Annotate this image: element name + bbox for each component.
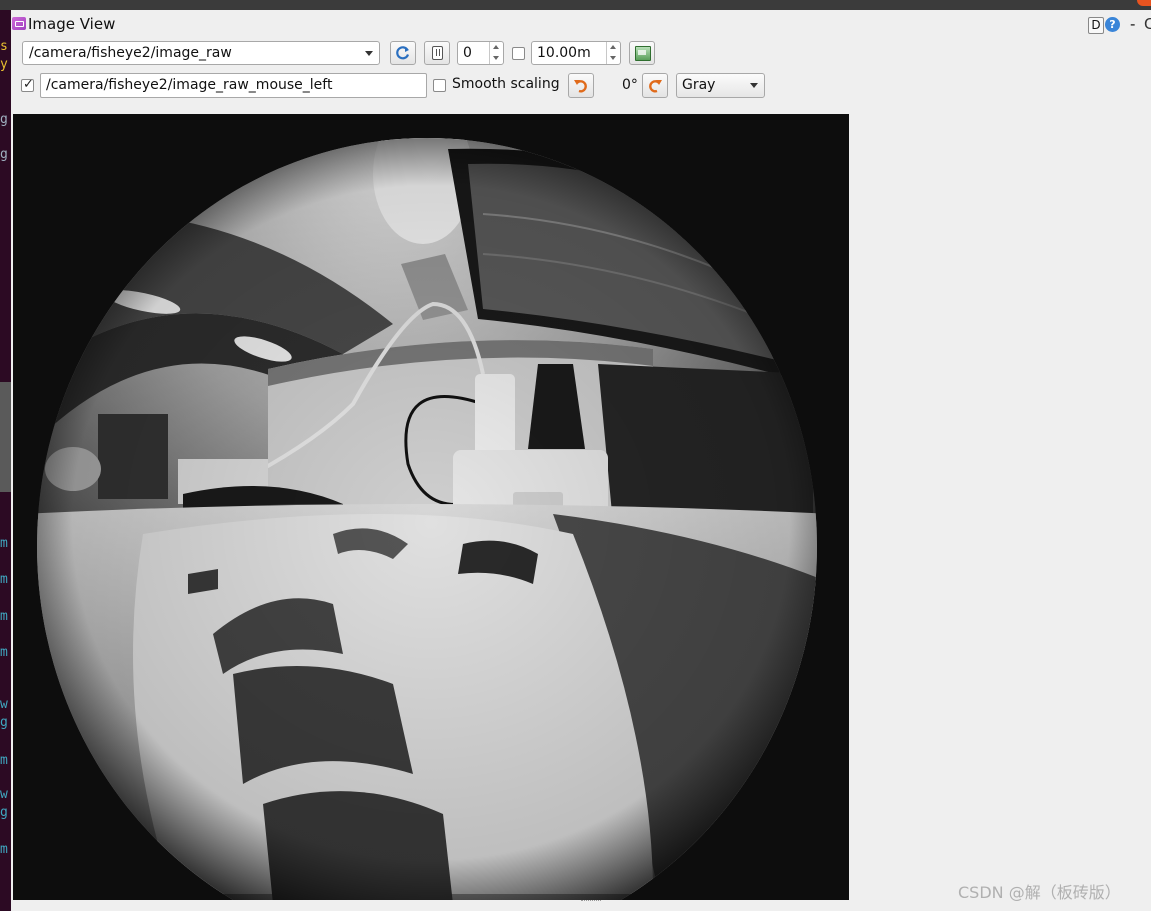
color-scheme-value: Gray — [682, 77, 716, 93]
pause-button[interactable] — [424, 41, 450, 65]
smooth-scaling-label: Smooth scaling — [452, 76, 560, 92]
spin-arrows[interactable] — [489, 42, 503, 64]
spin-arrows[interactable] — [606, 42, 620, 64]
splitter-handle[interactable] — [581, 900, 601, 904]
window-title: Image View — [28, 15, 116, 33]
fisheye-camera-image — [13, 114, 849, 900]
refresh-icon — [396, 46, 410, 60]
title-bar: Image View D ? - C — [11, 14, 1151, 36]
queue-size-spinbox[interactable]: 0 — [457, 41, 504, 65]
terminal-text: m — [0, 645, 8, 660]
check-icon: ✓ — [23, 77, 34, 92]
help-icon[interactable]: ? — [1105, 17, 1120, 32]
smooth-scaling-checkbox[interactable] — [433, 79, 446, 92]
max-distance-value: 10.00m — [537, 45, 591, 61]
terminal-text: w — [0, 787, 8, 802]
mouse-topic-value: /camera/fisheye2/image_raw_mouse_left — [46, 77, 333, 93]
spin-down-icon — [493, 56, 499, 60]
terminal-text: m — [0, 536, 8, 551]
pause-icon — [432, 46, 443, 60]
chevron-down-icon — [365, 51, 373, 56]
topic-select[interactable]: /camera/fisheye2/image_raw — [22, 41, 380, 65]
terminal-text: m — [0, 842, 8, 857]
spin-down-icon — [610, 56, 616, 60]
image-view-window: Image View D ? - C /camera/fisheye2/imag… — [11, 10, 1151, 911]
terminal-text: y — [0, 57, 8, 72]
queue-size-value: 0 — [463, 45, 472, 61]
rotate-right-button[interactable] — [642, 73, 668, 98]
terminal-text: s — [0, 39, 8, 54]
watermark-text: CSDN @解（板砖版） — [958, 883, 1121, 902]
terminal-text: g — [0, 147, 8, 162]
save-image-button[interactable] — [629, 41, 655, 65]
minimize-icon[interactable]: - — [1130, 15, 1135, 33]
terminal-text: m — [0, 572, 8, 587]
rotate-right-icon — [649, 80, 662, 93]
refresh-topics-button[interactable] — [390, 41, 416, 65]
terminal-text: m — [0, 609, 8, 624]
terminal-scroll-region — [0, 382, 11, 492]
background-terminal: s y g g m m m m w g m w g m — [0, 10, 11, 911]
terminal-text: w — [0, 697, 8, 712]
terminal-text: g — [0, 112, 8, 127]
spin-up-icon — [493, 45, 499, 49]
dynamic-range-checkbox[interactable] — [512, 47, 525, 60]
dock-toggle-button[interactable]: D — [1088, 17, 1104, 34]
image-view-app-icon — [12, 17, 26, 30]
topic-select-value: /camera/fisheye2/image_raw — [29, 45, 232, 61]
rotate-left-icon — [574, 80, 587, 93]
desktop-close-dot — [1137, 0, 1151, 6]
max-distance-spinbox[interactable]: 10.00m — [531, 41, 621, 65]
terminal-text: g — [0, 805, 8, 820]
rotate-left-button[interactable] — [568, 73, 594, 98]
close-button-fragment[interactable]: C — [1144, 15, 1151, 33]
publish-mouse-checkbox[interactable]: ✓ — [21, 77, 34, 92]
terminal-text: g — [0, 715, 8, 730]
color-scheme-select[interactable]: Gray — [676, 73, 765, 98]
camera-image-view[interactable] — [13, 114, 849, 900]
rotation-label: 0° — [622, 77, 638, 93]
terminal-text: m — [0, 753, 8, 768]
save-image-icon — [635, 46, 651, 61]
spin-up-icon — [610, 45, 616, 49]
desktop-top-bar — [0, 0, 1151, 10]
chevron-down-icon — [750, 83, 758, 88]
mouse-topic-input[interactable]: /camera/fisheye2/image_raw_mouse_left — [40, 73, 427, 98]
